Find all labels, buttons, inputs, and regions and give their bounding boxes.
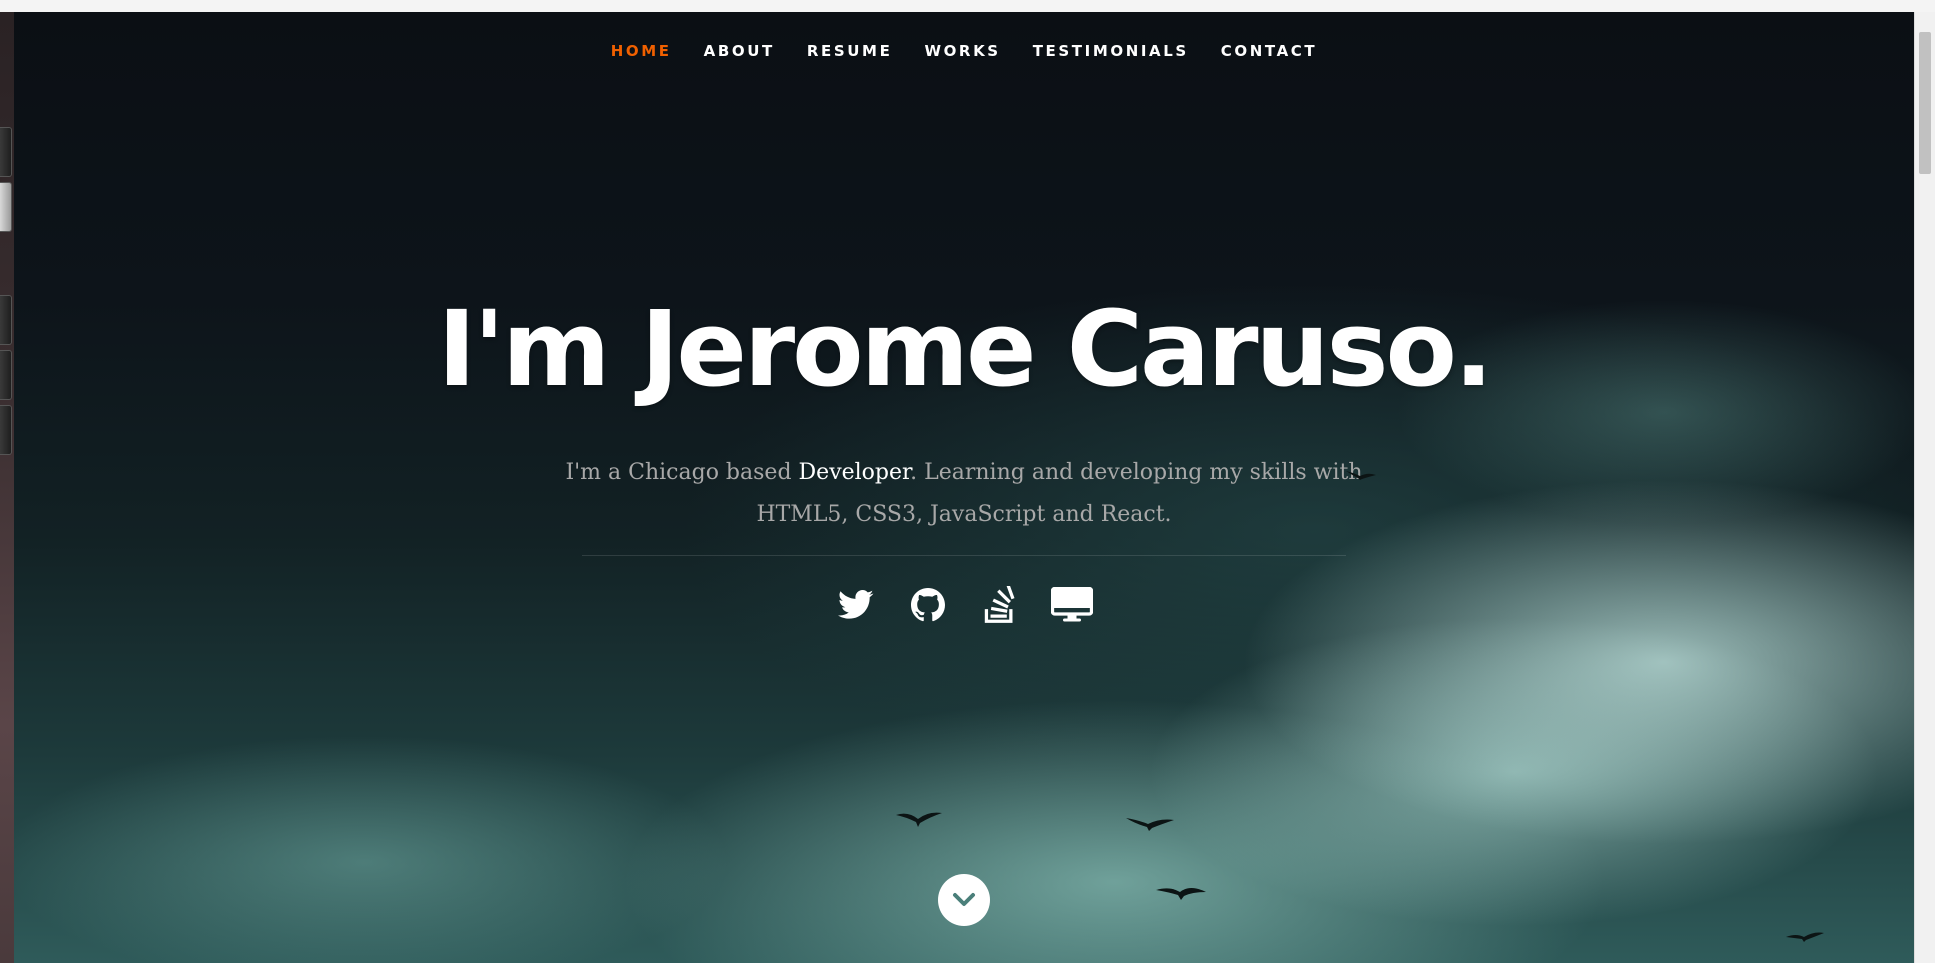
nav-testimonials[interactable]: TESTIMONIALS bbox=[1017, 42, 1205, 60]
nav-about[interactable]: ABOUT bbox=[688, 42, 791, 60]
side-tab[interactable] bbox=[0, 350, 12, 400]
social-links bbox=[14, 584, 1914, 626]
twitter-icon bbox=[838, 590, 874, 619]
stackoverflow-icon bbox=[984, 586, 1015, 623]
nav-resume[interactable]: RESUME bbox=[791, 42, 909, 60]
chevron-down-icon bbox=[953, 893, 975, 906]
side-tab[interactable] bbox=[0, 295, 12, 345]
nav-home[interactable]: HOME bbox=[595, 42, 688, 60]
bird-silhouette bbox=[1126, 818, 1174, 831]
nav-contact[interactable]: CONTACT bbox=[1205, 42, 1333, 60]
desktop-left-strip bbox=[0, 12, 14, 963]
hero-intro: I'm a Chicago based Developer. Learning … bbox=[544, 452, 1384, 536]
scrollbar-thumb[interactable] bbox=[1919, 32, 1931, 174]
scroll-down-button[interactable] bbox=[938, 874, 990, 926]
bird-silhouette bbox=[1156, 888, 1206, 900]
hero-divider bbox=[582, 555, 1346, 556]
twitter-link[interactable] bbox=[835, 584, 877, 626]
bird-silhouette bbox=[1786, 932, 1824, 942]
page-scrollbar[interactable] bbox=[1914, 12, 1935, 963]
hero-section: HOME ABOUT RESUME WORKS TESTIMONIALS CON… bbox=[14, 12, 1914, 963]
desktop-icon bbox=[1051, 587, 1093, 622]
nav-works[interactable]: WORKS bbox=[908, 42, 1016, 60]
github-link[interactable] bbox=[907, 584, 949, 626]
side-tab[interactable] bbox=[0, 127, 12, 177]
desktop-link[interactable] bbox=[1051, 584, 1093, 626]
side-tab[interactable] bbox=[0, 182, 12, 232]
hero-headline: I'm Jerome Caruso. bbox=[437, 288, 1494, 410]
stackoverflow-link[interactable] bbox=[979, 584, 1021, 626]
main-nav: HOME ABOUT RESUME WORKS TESTIMONIALS CON… bbox=[14, 42, 1914, 60]
intro-highlight: Developer bbox=[798, 460, 911, 485]
github-icon bbox=[911, 588, 945, 622]
bird-silhouette bbox=[896, 812, 942, 827]
side-tab[interactable] bbox=[0, 405, 12, 455]
bird-silhouette bbox=[1346, 471, 1376, 480]
intro-text: I'm a Chicago based bbox=[565, 460, 799, 485]
